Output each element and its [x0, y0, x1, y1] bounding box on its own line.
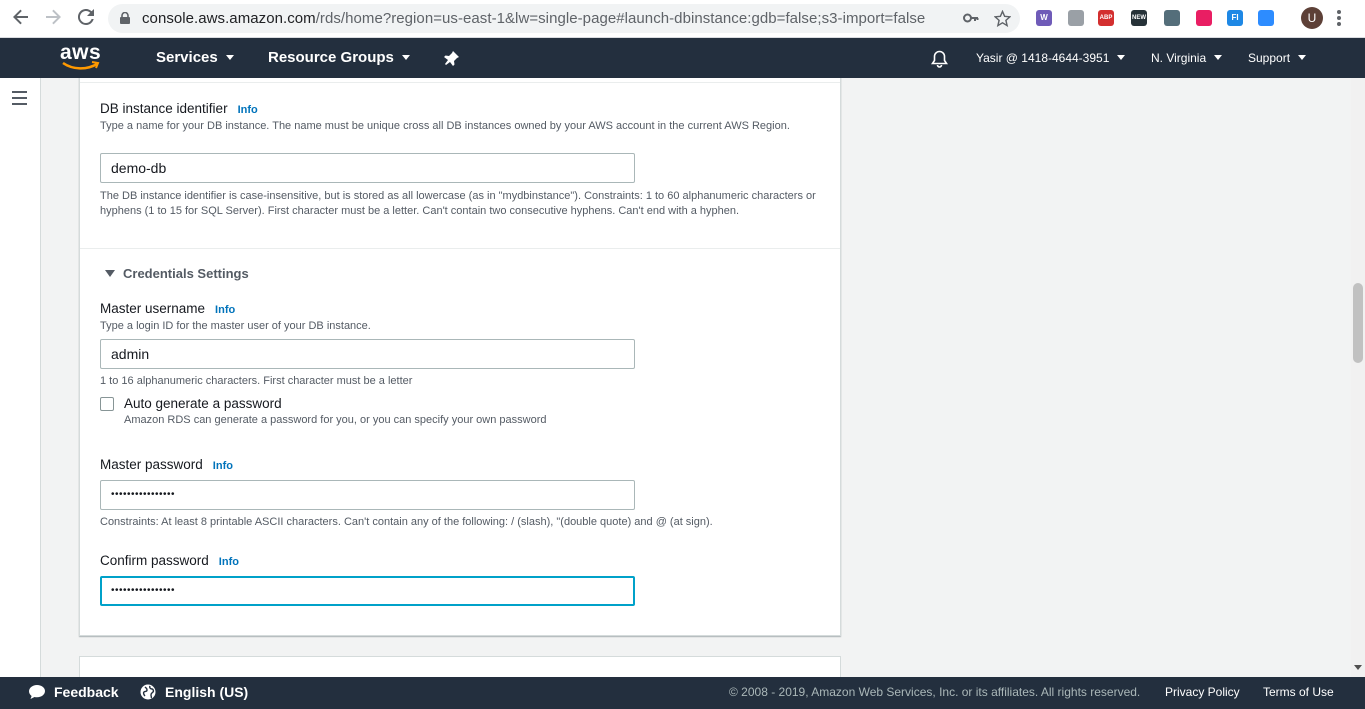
auto-generate-password-text: Auto generate a password Amazon RDS can …	[124, 396, 547, 428]
hamburger-menu-icon[interactable]	[12, 91, 27, 109]
resource-groups-menu[interactable]: Resource Groups	[268, 49, 410, 66]
copyright-text: © 2008 - 2019, Amazon Web Services, Inc.…	[729, 685, 1141, 699]
url-text: console.aws.amazon.com/rds/home?region=u…	[142, 10, 926, 27]
confirm-password-label: Confirm password	[100, 553, 209, 568]
scroll-down-arrow-icon[interactable]	[1354, 665, 1362, 670]
globe-icon	[140, 684, 156, 700]
back-arrow-icon[interactable]	[9, 7, 33, 31]
aws-top-nav: aws Services Resource Groups Yasir @ 141…	[0, 38, 1365, 78]
master-password-constraint: Constraints: At least 8 printable ASCII …	[100, 516, 713, 528]
aws-logo[interactable]: aws	[60, 42, 102, 72]
chevron-down-icon	[1117, 55, 1126, 60]
db-identifier-info-link[interactable]: Info	[238, 104, 258, 116]
terms-of-use-link[interactable]: Terms of Use	[1263, 685, 1334, 699]
zoom-extension-icon[interactable]	[1258, 10, 1274, 26]
chevron-down-icon	[1214, 55, 1223, 60]
region-menu[interactable]: N. Virginia	[1151, 51, 1223, 65]
bookmark-star-icon[interactable]	[993, 9, 1012, 31]
auto-generate-password-checkbox[interactable]	[100, 397, 114, 411]
master-username-label: Master username	[100, 301, 206, 316]
eyedropper-extension-icon[interactable]	[1164, 10, 1180, 26]
forward-arrow-icon[interactable]	[41, 7, 65, 31]
master-username-input[interactable]: admin	[100, 339, 635, 369]
scrollbar-thumb[interactable]	[1353, 283, 1363, 363]
db-identifier-label: DB instance identifier	[100, 101, 228, 116]
master-password-input[interactable]: ••••••••••••••••	[100, 480, 635, 510]
confirm-password-label-row: Confirm password Info	[100, 553, 239, 568]
caret-down-icon	[105, 270, 115, 277]
confirm-password-info-link[interactable]: Info	[219, 556, 239, 568]
db-identifier-input[interactable]: demo-db	[100, 153, 635, 183]
master-username-info-link[interactable]: Info	[215, 304, 235, 316]
master-username-section: Master username Info Type a login ID for …	[100, 301, 820, 334]
db-identifier-constraint: The DB instance identifier is case-insen…	[100, 190, 816, 217]
auto-generate-password-description: Amazon RDS can generate a password for y…	[124, 414, 547, 426]
next-settings-panel	[79, 656, 841, 677]
master-username-description: Type a login ID for the master user of y…	[100, 320, 371, 332]
account-menu[interactable]: Yasir @ 1418-4644-3951	[976, 51, 1126, 65]
address-bar[interactable]: console.aws.amazon.com/rds/home?region=u…	[108, 4, 1020, 33]
master-password-label-row: Master password Info	[100, 457, 233, 472]
fi-extension-icon[interactable]: FI	[1227, 10, 1243, 26]
side-navigation	[0, 78, 41, 677]
wappalyzer-extension-icon[interactable]: W	[1036, 10, 1052, 26]
services-menu[interactable]: Services	[156, 49, 234, 66]
news-extension-icon[interactable]: NEW	[1131, 10, 1147, 26]
pin-icon[interactable]	[444, 50, 460, 71]
page-scrollbar[interactable]	[1351, 78, 1365, 677]
color-wheel-extension-icon[interactable]	[1196, 10, 1212, 26]
key-icon[interactable]	[963, 10, 979, 30]
speech-bubble-icon	[29, 685, 45, 699]
adblock-extension-icon[interactable]: ABP	[1098, 10, 1114, 26]
privacy-policy-link[interactable]: Privacy Policy	[1165, 685, 1240, 699]
console-footer: Feedback English (US) © 2008 - 2019, Ama…	[0, 677, 1365, 709]
credentials-settings-toggle[interactable]: Credentials Settings	[105, 266, 249, 281]
master-password-label: Master password	[100, 457, 203, 472]
db-identifier-section: DB instance identifier Info Type a name f…	[100, 101, 820, 134]
language-selector[interactable]: English (US)	[140, 684, 248, 700]
browser-menu-icon[interactable]	[1336, 8, 1342, 28]
feedback-button[interactable]: Feedback	[28, 684, 119, 700]
bell-icon[interactable]	[931, 50, 948, 73]
master-username-constraint: 1 to 16 alphanumeric characters. First c…	[100, 375, 413, 387]
confirm-password-input[interactable]: ••••••••••••••••	[100, 576, 635, 606]
reload-icon[interactable]	[74, 7, 98, 31]
auto-generate-password-label[interactable]: Auto generate a password	[124, 396, 547, 411]
puzzle-extension-icon[interactable]	[1068, 10, 1084, 26]
chevron-down-icon	[1298, 55, 1307, 60]
chevron-down-icon	[225, 55, 234, 60]
support-menu[interactable]: Support	[1248, 51, 1307, 65]
main-content: DB instance identifier Info Type a name f…	[41, 78, 1351, 677]
browser-toolbar: console.aws.amazon.com/rds/home?region=u…	[0, 0, 1365, 38]
aws-smile-icon	[62, 61, 100, 70]
master-password-info-link[interactable]: Info	[213, 460, 233, 472]
settings-panel: DB instance identifier Info Type a name f…	[79, 78, 841, 636]
chevron-down-icon	[401, 55, 410, 60]
db-identifier-description: Type a name for your DB instance. The na…	[100, 120, 790, 132]
lock-icon	[120, 12, 130, 24]
profile-avatar[interactable]: U	[1301, 7, 1323, 29]
